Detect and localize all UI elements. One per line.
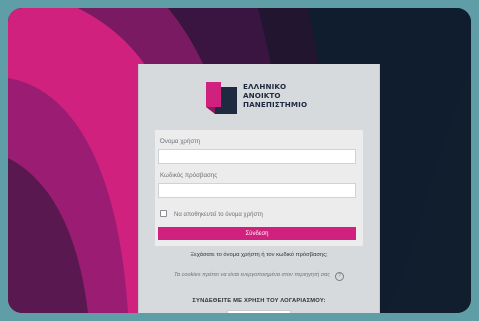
password-input[interactable]: [158, 183, 356, 198]
login-card: ΕΛΛΗΝΙΚΟ ΑΝΟΙΚΤΟ ΠΑΝΕΠΙΣΤΗΜΙΟ Όνομα χρήσ…: [138, 64, 380, 313]
microsoft-login-button[interactable]: [227, 310, 291, 313]
brand-line-1: ΕΛΛΗΝΙΚΟ: [243, 82, 287, 91]
university-logo-mark: [206, 82, 237, 114]
brand-line-2: ΑΝΟΙΚΤΟ: [243, 91, 281, 100]
username-input[interactable]: [158, 149, 356, 164]
remember-username-label: Να αποθηκευτεί το όνομα χρήστη: [174, 212, 263, 218]
login-form: Όνομα χρήστη Κωδικός πρόσβασης Να αποθηκ…: [155, 130, 363, 246]
username-label: Όνομα χρήστη: [160, 138, 201, 145]
remember-username-checkbox[interactable]: [160, 210, 167, 217]
page-background: ΕΛΛΗΝΙΚΟ ΑΝΟΙΚΤΟ ΠΑΝΕΠΙΣΤΗΜΙΟ Όνομα χρήσ…: [8, 8, 471, 313]
account-login-heading: ΣΥΝΔΕΘΕΙΤΕ ΜΕ ΧΡΗΣΗ ΤΟΥ ΛΟΓΑΡΙΑΣΜΟΥ:: [192, 298, 326, 304]
cookies-notice-text: Τα cookies πρέπει να είναι ενεργοποιημέν…: [173, 272, 331, 278]
university-logo: ΕΛΛΗΝΙΚΟ ΑΝΟΙΚΤΟ ΠΑΝΕΠΙΣΤΗΜΙΟ: [201, 77, 321, 117]
remember-username-row[interactable]: Να αποθηκευτεί το όνομα χρήστη: [160, 210, 263, 218]
forgot-credentials-link[interactable]: Ξεχάσατε το όνομα χρήστη ή τον κωδικό πρ…: [139, 252, 379, 258]
cookies-notice: Τα cookies πρέπει να είναι ενεργοποιημέν…: [139, 272, 379, 281]
university-name: ΕΛΛΗΝΙΚΟ ΑΝΟΙΚΤΟ ΠΑΝΕΠΙΣΤΗΜΙΟ: [243, 82, 307, 109]
login-button[interactable]: Σύνδεση: [158, 227, 356, 240]
password-label: Κωδικός πρόσβασης: [160, 172, 218, 179]
help-icon[interactable]: ?: [335, 272, 345, 281]
brand-line-3: ΠΑΝΕΠΙΣΤΗΜΙΟ: [243, 100, 308, 109]
